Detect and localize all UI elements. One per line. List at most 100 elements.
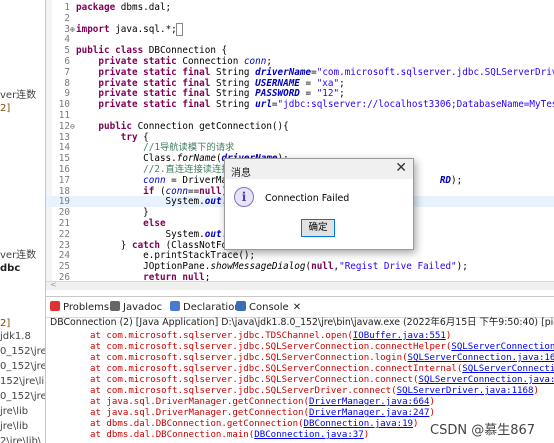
source-link[interactable]: SQLServerConnection.java:1459 xyxy=(462,364,554,374)
code-text: else xyxy=(143,218,166,229)
ok-button[interactable]: 确定 xyxy=(301,219,335,237)
dialog-title: 消息 xyxy=(231,168,251,179)
stacktrace-text: at com.microsoft.sqlserver.jdbc.SQLServe… xyxy=(90,375,419,385)
code-line[interactable]: 9 private static final String PASSWORD =… xyxy=(46,88,554,99)
tab-label: Javadoc xyxy=(123,302,163,313)
fold-toggle-icon[interactable]: ⊕ xyxy=(70,24,75,35)
stacktrace-suffix: ) xyxy=(429,408,435,418)
code-text: JOptionPane.showMessageDialog(null,"Regi… xyxy=(76,261,468,273)
source-link[interactable]: DBConnection.java:19 xyxy=(304,419,414,429)
watermark: CSDN @慕生867 xyxy=(430,423,536,438)
tree-item[interactable]: jre\lib xyxy=(0,421,28,433)
source-link[interactable]: SQLServerDriver.java:1168 xyxy=(397,386,534,396)
tree-item[interactable]: jre\lib xyxy=(0,406,28,418)
stacktrace-line: at java.sql.DriverManager.getConnection(… xyxy=(90,397,435,408)
code-text: private static final String USERNAME = "… xyxy=(98,77,345,89)
stacktrace-suffix: ) xyxy=(533,386,539,396)
line-number: 25 xyxy=(58,261,70,273)
stacktrace-text: at java.sql.DriverManager.getConnection( xyxy=(90,408,309,418)
tab-label: Problems xyxy=(63,302,110,313)
stacktrace-text: at com.microsoft.sqlserver.jdbc.TDSChann… xyxy=(90,331,353,341)
code-line[interactable]: 10 private static final String url="jdbc… xyxy=(46,99,554,110)
dialog-message: Connection Failed xyxy=(265,193,350,204)
code-line[interactable]: 12 ⊖ public Connection getConnection(){ xyxy=(46,121,554,132)
tree-item[interactable]: jdk1.8 xyxy=(0,331,31,343)
tree-item[interactable]: 0_152\jre\ xyxy=(0,391,45,403)
line-number: 19 xyxy=(58,196,70,208)
close-tab-icon[interactable]: ✕ xyxy=(293,302,301,313)
line-number: 21 xyxy=(58,218,70,229)
tab-declaration[interactable]: Declaration xyxy=(170,301,241,313)
code-line[interactable]: 6 private static Connection conn; xyxy=(46,56,554,67)
line-number: 22 xyxy=(58,228,70,240)
code-line[interactable]: 25 JOptionPane.showMessageDialog(null,"R… xyxy=(46,261,554,272)
tab-console[interactable]: Console ✕ xyxy=(236,301,301,313)
tree-item[interactable]: 0_152\jre\ xyxy=(0,361,45,373)
source-link[interactable]: SQLServerConnection.java:1962 xyxy=(451,342,554,352)
code-text: public Connection getConnection(){ xyxy=(98,120,289,132)
tab-label: Declaration xyxy=(183,302,241,313)
line-number: 4 xyxy=(64,34,70,46)
stacktrace-line: at com.microsoft.sqlserver.jdbc.SQLServe… xyxy=(90,342,554,353)
code-line[interactable]: 11 xyxy=(46,110,554,121)
line-number: 6 xyxy=(64,56,70,67)
line-number: 13 xyxy=(58,131,70,143)
stacktrace-line: at com.microsoft.sqlserver.jdbc.SQLServe… xyxy=(90,375,554,386)
stacktrace-line: at com.microsoft.sqlserver.jdbc.SQLServe… xyxy=(90,364,554,375)
editor-horizontal-scrollbar[interactable]: < xyxy=(46,280,554,290)
tree-item[interactable]: 152\jre\li xyxy=(0,376,44,388)
source-link[interactable]: SQLServerConnection.java:773 xyxy=(419,375,554,385)
declaration-icon xyxy=(170,301,180,311)
code-text: private static Connection conn; xyxy=(98,56,272,67)
line-number: 17 xyxy=(58,174,70,186)
code-line[interactable]: 2 xyxy=(46,13,554,24)
line-number: 2 xyxy=(64,12,70,24)
code-line[interactable]: 1 package dbms.dal; xyxy=(46,2,554,13)
tab-javadoc[interactable]: Javadoc xyxy=(110,301,162,313)
scroll-left-arrow[interactable]: < xyxy=(50,280,57,289)
source-link[interactable]: SQLServerConnection.java:1628 xyxy=(408,353,554,363)
code-text: if (conn==null){ xyxy=(143,185,233,197)
stacktrace-line: at java.sql.DriverManager.getConnection(… xyxy=(90,408,435,419)
code-line[interactable]: 4 xyxy=(46,34,554,45)
stacktrace-text: at dbms.dal.DBConnection.getConnection( xyxy=(90,419,304,429)
stacktrace-line: at com.microsoft.sqlserver.jdbc.SQLServe… xyxy=(90,386,539,397)
tree-item[interactable]: 2] xyxy=(0,318,10,330)
code-line[interactable]: 7 private static final String driverName… xyxy=(46,67,554,78)
problems-icon xyxy=(50,301,60,311)
stacktrace-suffix: ) xyxy=(363,430,370,440)
code-text: package dbms.dal; xyxy=(76,2,172,13)
tree-item[interactable]: 2] xyxy=(0,103,10,115)
line-number: 14 xyxy=(58,142,70,154)
line-number: 24 xyxy=(58,250,70,262)
tab-problems[interactable]: Problems xyxy=(50,301,109,313)
fold-toggle-icon[interactable]: ⊖ xyxy=(70,121,75,132)
source-link[interactable]: IOBuffer.java:551 xyxy=(353,331,446,341)
code-line[interactable]: 24 e.printStackTrace(); xyxy=(46,250,554,261)
console-icon xyxy=(236,301,246,311)
code-line[interactable]: 8 private static final String USERNAME =… xyxy=(46,78,554,89)
tree-item[interactable]: ver连数 xyxy=(0,90,36,102)
code-text: } catch (ClassNotFoun xyxy=(76,239,239,251)
close-icon[interactable]: ✕ xyxy=(395,160,407,176)
tree-item[interactable]: ver连数 xyxy=(0,250,36,262)
source-link[interactable]: DriverManager.java:247 xyxy=(309,408,429,418)
code-text: public class DBConnection { xyxy=(76,45,228,57)
line-number: 20 xyxy=(58,207,70,219)
code-line[interactable]: 26 return null; xyxy=(46,272,554,281)
javadoc-icon xyxy=(110,301,120,311)
message-dialog: 消息 ✕ i Connection Failed 确定 xyxy=(224,158,414,250)
line-number: 9 xyxy=(64,88,70,100)
tree-item[interactable]: 0_152\jre\ xyxy=(0,346,45,358)
tree-item[interactable]: dbc xyxy=(0,263,20,275)
stacktrace-text: at dbms.dal.DBConnection.main( xyxy=(90,430,255,440)
code-line[interactable]: 3 ⊕ import java.sql.*; xyxy=(46,22,554,36)
source-link[interactable]: DBConnection.java:37 xyxy=(254,430,364,440)
code-line[interactable]: 5 public class DBConnection { xyxy=(46,45,554,56)
code-line[interactable]: 14 //1导航读模下的请求 xyxy=(46,142,554,153)
source-link[interactable]: DriverManager.java:664 xyxy=(309,397,429,407)
dialog-body: i Connection Failed 确定 xyxy=(225,179,413,249)
bottom-view-tabs: Problems Javadoc Declaration Console ✕ xyxy=(46,296,554,318)
code-line[interactable]: 13 try { xyxy=(46,132,554,143)
tree-item[interactable]: 2\jre\lib\ xyxy=(0,436,41,443)
